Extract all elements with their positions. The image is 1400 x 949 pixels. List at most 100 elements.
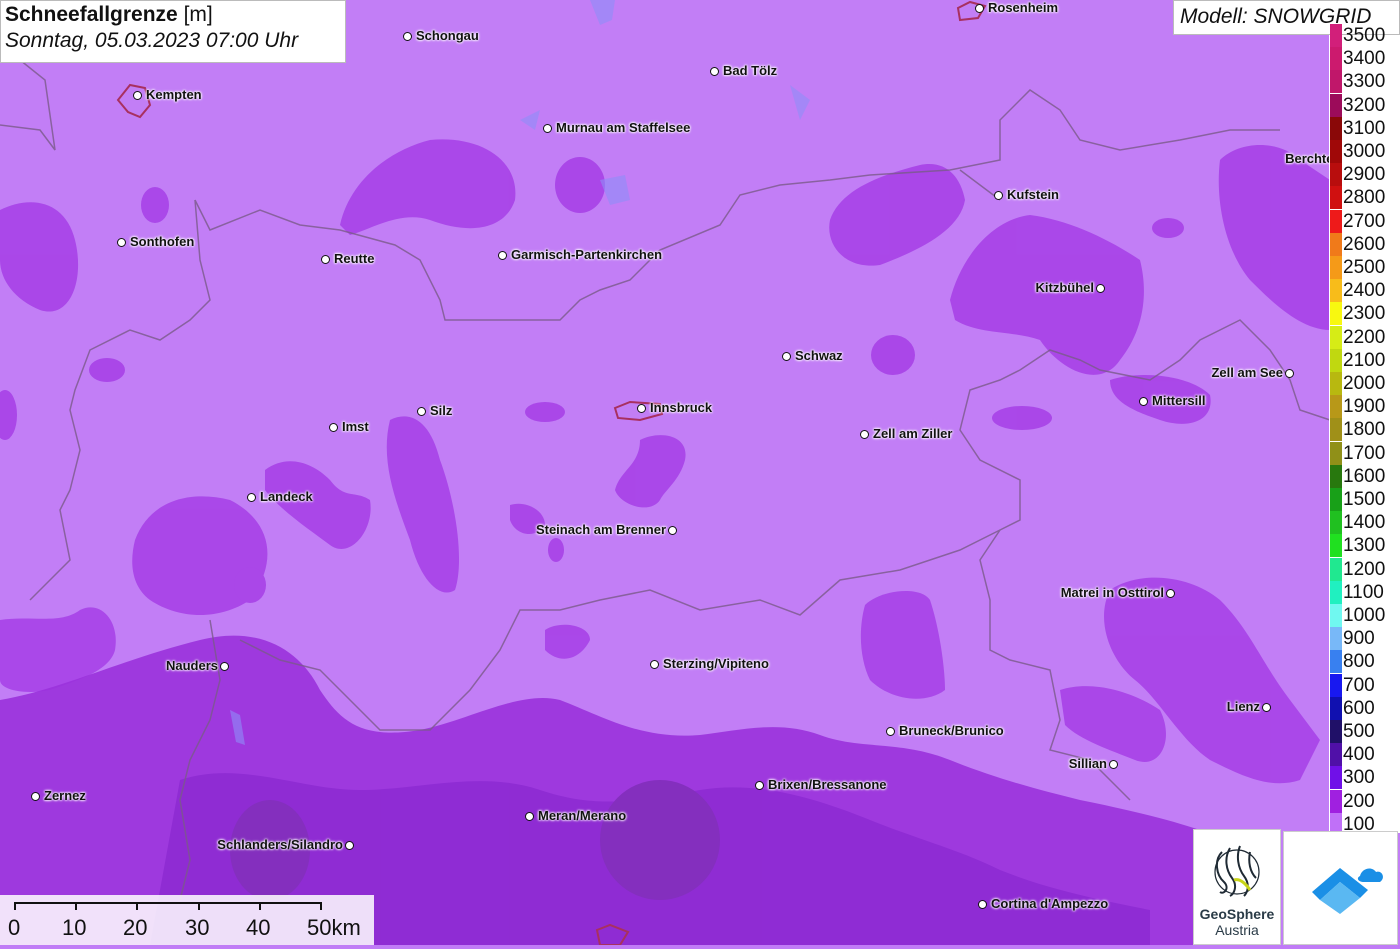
- city-marker-icon[interactable]: [860, 430, 869, 439]
- scale-label: 20: [123, 915, 148, 940]
- city-marker-icon[interactable]: [403, 32, 412, 41]
- snowfall-line-map[interactable]: [0, 0, 1400, 945]
- city-marker-icon[interactable]: [1096, 284, 1105, 293]
- legend-label: 3000: [1343, 141, 1386, 162]
- legend-row: 2200: [1329, 326, 1400, 349]
- legend-swatch: [1330, 70, 1342, 93]
- city-marker-icon[interactable]: [498, 251, 507, 260]
- city-label: Steinach am Brenner: [535, 522, 666, 537]
- city-marker-icon[interactable]: [543, 124, 552, 133]
- legend-row: 400: [1329, 743, 1400, 766]
- city-marker-icon[interactable]: [117, 238, 126, 247]
- legend-swatch: [1330, 302, 1342, 325]
- geosphere-logo[interactable]: GeoSphere Austria: [1193, 829, 1281, 945]
- legend-swatch: [1330, 534, 1342, 557]
- legend-row: 1000: [1329, 604, 1400, 627]
- legend-label: 3200: [1343, 95, 1386, 116]
- legend-swatch: [1330, 488, 1342, 511]
- city-label: Kempten: [146, 87, 202, 102]
- city-marker-icon[interactable]: [710, 67, 719, 76]
- city-label: Bad Tölz: [723, 63, 778, 78]
- legend-label: 1100: [1343, 582, 1384, 603]
- legend-label: 1200: [1343, 559, 1386, 580]
- city-marker-icon[interactable]: [637, 404, 646, 413]
- city-marker-icon[interactable]: [417, 407, 426, 416]
- legend-label: 2300: [1343, 303, 1386, 324]
- weather-app-logo[interactable]: [1283, 831, 1398, 945]
- city-marker-icon[interactable]: [978, 900, 987, 909]
- legend-label: 600: [1343, 698, 1375, 719]
- legend-swatch: [1330, 581, 1342, 604]
- city-label: Schlanders/Silandro: [217, 837, 343, 852]
- city-label: Imst: [342, 419, 369, 434]
- legend-label: 3500: [1343, 25, 1386, 46]
- city-marker-icon[interactable]: [650, 660, 659, 669]
- legend-label: 1300: [1343, 535, 1386, 556]
- legend-row: 2400: [1329, 279, 1400, 302]
- city-label: Zell am See: [1211, 365, 1283, 380]
- city-marker-icon[interactable]: [994, 191, 1003, 200]
- geosphere-sub: Austria: [1215, 922, 1259, 938]
- city-label: Rosenheim: [988, 0, 1059, 15]
- legend-label: 1700: [1343, 443, 1386, 464]
- legend-swatch: [1330, 650, 1342, 673]
- legend-row: 1500: [1329, 488, 1400, 511]
- legend-label: 2900: [1343, 164, 1386, 185]
- scale-label: 40: [246, 915, 271, 940]
- legend-row: 2000: [1329, 372, 1400, 395]
- scale-tick: [320, 902, 322, 910]
- legend-label: 200: [1343, 791, 1375, 812]
- legend-row: 3400: [1329, 47, 1400, 70]
- geosphere-emblem-icon: [1214, 845, 1260, 897]
- city-label: Mittersill: [1152, 393, 1206, 408]
- city-label: Kitzbühel: [1035, 280, 1095, 295]
- city-marker-icon[interactable]: [975, 4, 984, 13]
- city-marker-icon[interactable]: [1139, 397, 1148, 406]
- city-label: Sterzing/Vipiteno: [663, 656, 769, 671]
- city-marker-icon[interactable]: [220, 662, 229, 671]
- legend-row: 200: [1329, 790, 1400, 813]
- city-label: Reutte: [334, 251, 375, 266]
- city-marker-icon[interactable]: [525, 812, 534, 821]
- city-label: Kufstein: [1007, 187, 1059, 202]
- legend-swatch: [1330, 558, 1342, 581]
- city-marker-icon[interactable]: [1262, 703, 1271, 712]
- legend-row: 3300: [1329, 70, 1400, 93]
- legend-swatch: [1330, 163, 1342, 186]
- legend-row: 2100: [1329, 349, 1400, 372]
- city-marker-icon[interactable]: [668, 526, 677, 535]
- city-marker-icon[interactable]: [1285, 369, 1294, 378]
- legend-swatch: [1330, 674, 1342, 697]
- city-marker-icon[interactable]: [886, 727, 895, 736]
- legend-row: 300: [1329, 766, 1400, 789]
- legend-swatch: [1330, 395, 1342, 418]
- city-marker-icon[interactable]: [755, 781, 764, 790]
- legend-row: 3100: [1329, 117, 1400, 140]
- city-marker-icon[interactable]: [1166, 589, 1175, 598]
- city-label: Sonthofen: [130, 234, 195, 249]
- city-marker-icon[interactable]: [31, 792, 40, 801]
- city-marker-icon[interactable]: [133, 91, 142, 100]
- city-label: Schongau: [416, 28, 479, 43]
- legend-row: 800: [1329, 650, 1400, 673]
- city-marker-icon[interactable]: [782, 352, 791, 361]
- city-marker-icon[interactable]: [345, 841, 354, 850]
- scale-bar-line: [14, 902, 320, 904]
- scale-label: 30: [185, 915, 210, 940]
- city-marker-icon[interactable]: [247, 493, 256, 502]
- city-label: Bruneck/Brunico: [899, 723, 1004, 738]
- legend-row: 1800: [1329, 418, 1400, 441]
- legend-swatch: [1330, 210, 1342, 233]
- legend-row: 1200: [1329, 558, 1400, 581]
- legend-swatch: [1330, 627, 1342, 650]
- legend-label: 300: [1343, 767, 1375, 788]
- legend-row: 1300: [1329, 534, 1400, 557]
- scale-label: 50km: [307, 915, 361, 940]
- city-marker-icon[interactable]: [329, 423, 338, 432]
- legend-swatch: [1330, 418, 1342, 441]
- city-marker-icon[interactable]: [321, 255, 330, 264]
- legend-label: 500: [1343, 721, 1375, 742]
- legend-label: 2400: [1343, 280, 1386, 301]
- legend-swatch: [1330, 47, 1342, 70]
- city-marker-icon[interactable]: [1109, 760, 1118, 769]
